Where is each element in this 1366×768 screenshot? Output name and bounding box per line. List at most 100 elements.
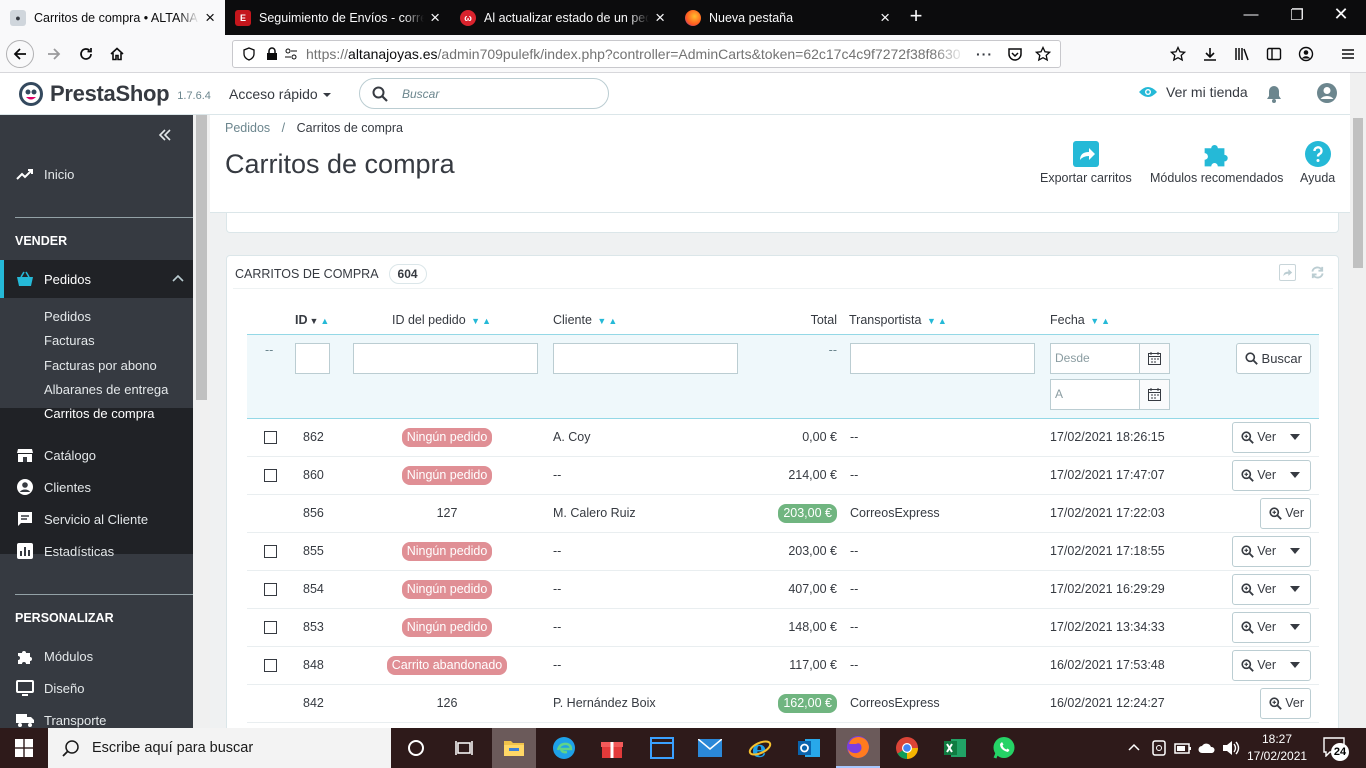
filter-id-input[interactable] (295, 342, 330, 374)
sidebar-item-orders[interactable]: Pedidos (0, 260, 193, 298)
sidebar-item-customers[interactable]: Clientes (0, 478, 193, 496)
sidebar-item-design[interactable]: Diseño (0, 679, 193, 697)
file-explorer-button[interactable] (492, 728, 536, 768)
sidebar-toggle-button[interactable] (1260, 40, 1288, 68)
filter-carrier-input[interactable] (850, 342, 1035, 374)
view-cart-button[interactable]: Ver (1261, 499, 1310, 528)
whatsapp-button[interactable] (990, 734, 1018, 762)
row-select-checkbox[interactable] (264, 583, 277, 597)
close-tab-icon[interactable]: × (205, 9, 215, 26)
column-header-id[interactable]: ID ▼ ▲ (295, 306, 347, 334)
sidebar-subitem-invoices[interactable]: Facturas (44, 333, 95, 348)
new-tab-button[interactable]: + (904, 5, 928, 29)
start-button[interactable] (10, 734, 38, 762)
menu-button[interactable] (1334, 40, 1362, 68)
minimize-window-button[interactable]: — (1236, 6, 1266, 23)
onedrive-meet-icon[interactable] (1152, 740, 1166, 756)
view-cart-button[interactable]: Ver (1233, 423, 1282, 452)
view-shop-link[interactable]: Ver mi tienda (1138, 84, 1248, 100)
sidebar-subitem-orders[interactable]: Pedidos (44, 309, 91, 324)
sort-asc-icon[interactable]: ▲ (608, 316, 617, 326)
downloads-button[interactable] (1196, 40, 1224, 68)
outlook-button[interactable] (795, 734, 823, 762)
sort-desc-icon[interactable]: ▼ (597, 316, 606, 326)
view-cart-button[interactable]: Ver (1233, 651, 1282, 680)
export-carts-button[interactable]: Exportar carritos (1040, 137, 1132, 185)
sidebar-subitem-delivery-slips[interactable]: Albaranes de entrega (44, 382, 168, 397)
chrome-button[interactable] (893, 734, 921, 762)
restore-window-button[interactable]: ❐ (1282, 6, 1312, 24)
chevron-up-icon[interactable] (1128, 743, 1140, 751)
sort-desc-icon[interactable]: ▼ (310, 316, 319, 326)
store-app-button[interactable] (648, 734, 676, 762)
shield-icon[interactable] (242, 47, 256, 61)
gift-app-button[interactable] (598, 734, 626, 762)
view-cart-button[interactable]: Ver (1233, 461, 1282, 490)
bookmarks-star-button[interactable] (1164, 40, 1192, 68)
quick-access-dropdown[interactable]: Acceso rápido (229, 86, 332, 102)
sidebar-item-stats[interactable]: Estadísticas (0, 542, 193, 560)
task-view-button[interactable] (450, 734, 478, 762)
address-bar[interactable]: https://altanajoyas.es/admin709pulefk/in… (232, 40, 1061, 68)
browser-tab-shipping[interactable]: E Seguimiento de Envíos - correos × (225, 0, 450, 35)
view-dropdown-toggle[interactable] (1282, 537, 1310, 566)
notification-center-button[interactable]: 24 (1322, 737, 1349, 761)
row-select-checkbox[interactable] (264, 469, 277, 483)
recommended-modules-button[interactable]: Módulos recomendados (1150, 137, 1283, 185)
library-button[interactable] (1228, 40, 1256, 68)
sort-asc-icon[interactable]: ▲ (320, 316, 329, 326)
calendar-icon[interactable] (1140, 378, 1170, 410)
sort-desc-icon[interactable]: ▼ (927, 316, 936, 326)
close-tab-icon[interactable]: × (430, 9, 440, 26)
battery-plug-icon[interactable] (1174, 741, 1192, 755)
sidebar-item-modules[interactable]: Módulos (0, 647, 193, 665)
date-to-input[interactable] (1050, 378, 1140, 410)
close-window-button[interactable]: ✕ (1326, 4, 1356, 25)
sort-desc-icon[interactable]: ▼ (1090, 316, 1099, 326)
sidebar-item-home[interactable]: Inicio (0, 165, 193, 183)
permissions-icon[interactable] (284, 47, 298, 61)
column-header-customer[interactable]: Cliente ▼ ▲ (547, 306, 747, 334)
sort-asc-icon[interactable]: ▲ (482, 316, 491, 326)
user-profile-icon[interactable] (1317, 83, 1337, 103)
sort-asc-icon[interactable]: ▲ (1101, 316, 1110, 326)
view-dropdown-toggle[interactable] (1282, 461, 1310, 490)
date-from-input[interactable] (1050, 342, 1140, 374)
volume-icon[interactable] (1222, 740, 1240, 756)
browser-tab-new[interactable]: Nueva pestaña × (675, 0, 900, 35)
taskbar-search-box[interactable]: Escribe aquí para buscar (48, 728, 391, 768)
account-button[interactable] (1292, 40, 1320, 68)
sidebar-item-customer-service[interactable]: Servicio al Cliente (0, 510, 193, 528)
cortana-button[interactable] (402, 734, 430, 762)
sidebar-subitem-carts[interactable]: Carritos de compra (44, 406, 155, 421)
column-header-date[interactable]: Fecha ▼ ▲ (1047, 306, 1232, 334)
view-cart-button[interactable]: Ver (1233, 613, 1282, 642)
search-button[interactable]: Buscar (1235, 342, 1311, 374)
firefox-button[interactable] (836, 728, 880, 768)
lock-icon[interactable] (266, 47, 278, 61)
system-clock[interactable]: 18:27 17/02/2021 (1247, 731, 1307, 765)
reload-button[interactable] (72, 40, 100, 68)
page-actions-icon[interactable]: ··· (976, 46, 993, 62)
table-row[interactable]: 854 Ningún pedido -- 407,00 € -- 17/02/2… (247, 570, 1319, 609)
view-cart-button[interactable]: Ver (1261, 689, 1310, 718)
bell-icon[interactable] (1266, 85, 1282, 103)
refresh-list-button[interactable] (1309, 264, 1326, 281)
row-select-checkbox[interactable] (264, 659, 277, 673)
table-row[interactable]: 848 Carrito abandonado -- 117,00 € -- 16… (247, 646, 1319, 685)
page-scrollbar-thumb[interactable] (1353, 118, 1363, 268)
internet-explorer-button[interactable]: e (746, 734, 774, 762)
forward-button[interactable] (40, 40, 68, 68)
row-select-checkbox[interactable] (264, 431, 277, 445)
sidebar-item-shipping[interactable]: Transporte (0, 711, 193, 728)
close-tab-icon[interactable]: × (880, 9, 890, 26)
table-row[interactable]: 853 Ningún pedido -- 148,00 € -- 17/02/2… (247, 608, 1319, 647)
table-row[interactable]: 862 Ningún pedido A. Coy 0,00 € -- 17/02… (247, 418, 1319, 457)
help-button[interactable]: Ayuda (1300, 137, 1335, 185)
browser-tab-carts[interactable]: ● Carritos de compra • ALTANA × (0, 0, 225, 35)
page-scrollbar[interactable] (1350, 73, 1366, 728)
view-dropdown-toggle[interactable] (1282, 423, 1310, 452)
bookmark-star-icon[interactable] (1035, 46, 1051, 62)
excel-button[interactable] (941, 734, 969, 762)
sidebar-scrollbar-thumb[interactable] (196, 115, 207, 400)
